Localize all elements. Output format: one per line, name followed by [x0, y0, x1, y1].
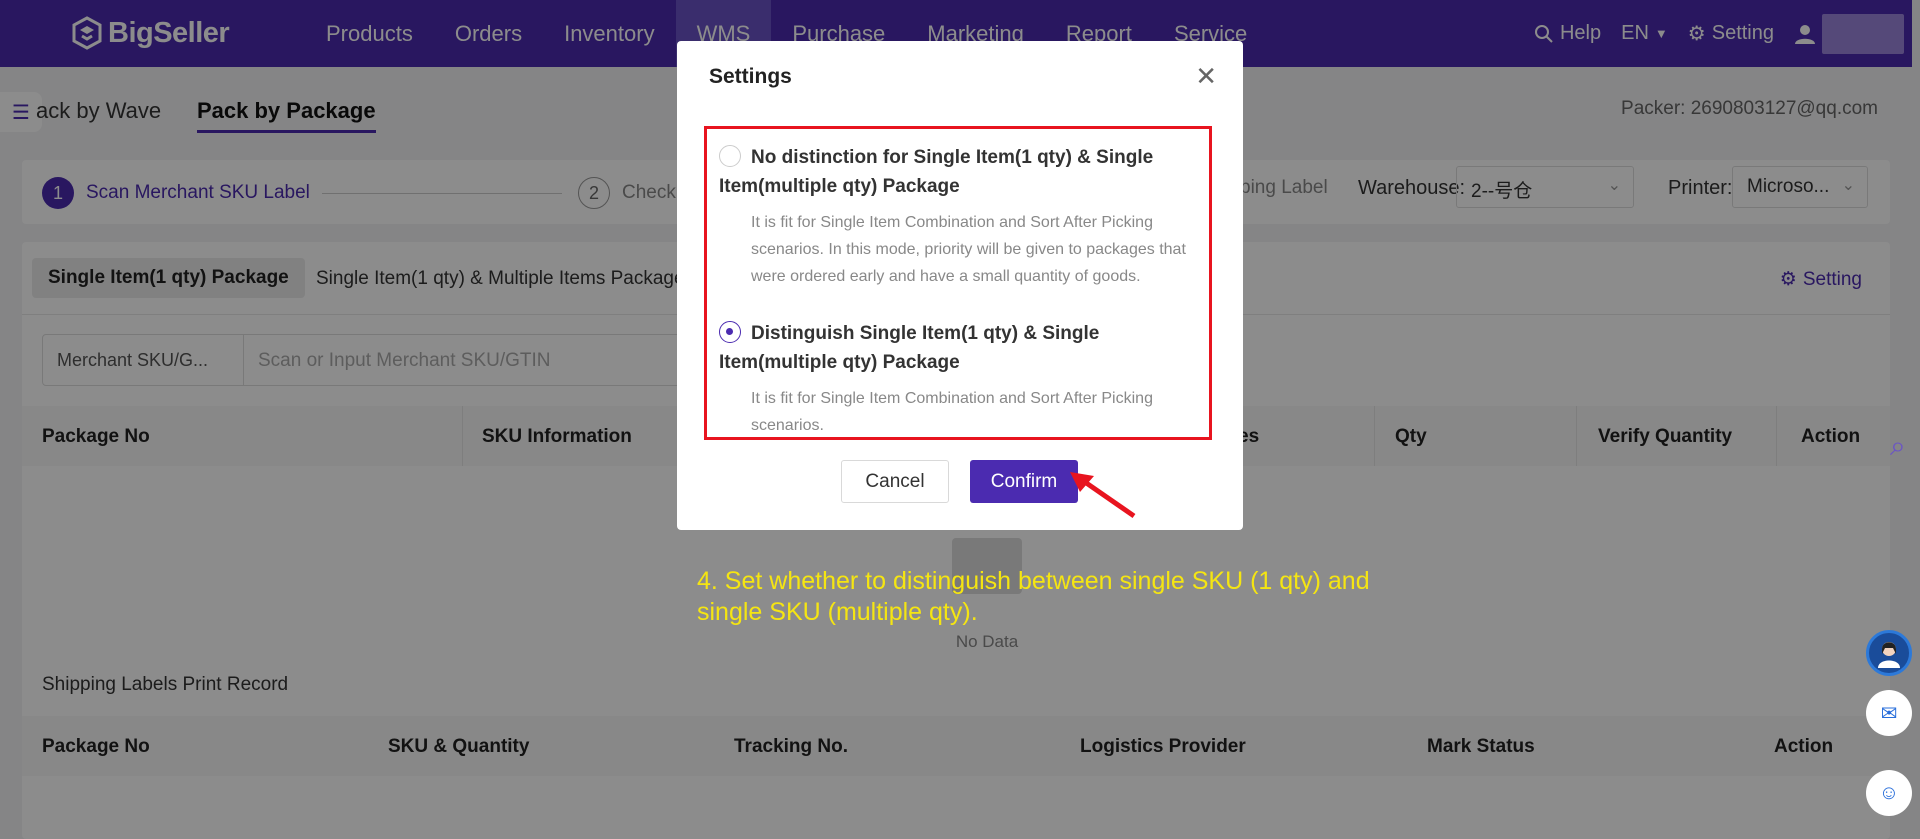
highlight-box: No distinction for Single Item(1 qty) & …: [704, 126, 1212, 440]
radio-unchecked[interactable]: [719, 145, 741, 167]
radio-checked[interactable]: [719, 321, 741, 343]
chat-button[interactable]: ☺: [1866, 770, 1912, 816]
tutorial-caption: 4. Set whether to distinguish between si…: [697, 567, 1370, 626]
settings-dialog: Settings ✕ No distinction for Single Ite…: [677, 41, 1243, 530]
option-label: No distinction for Single Item(1 qty) & …: [719, 147, 1154, 197]
feedback-button[interactable]: ✉: [1866, 690, 1912, 736]
support-avatar-button[interactable]: [1866, 630, 1912, 676]
feedback-icon: ✉: [1880, 702, 1898, 725]
search-icon[interactable]: ⌕: [1890, 430, 1906, 463]
agent-avatar-icon: [1878, 642, 1900, 668]
option-description: It is fit for Single Item Combination an…: [751, 390, 1153, 434]
close-icon[interactable]: ✕: [1195, 63, 1217, 89]
annotation-arrow-icon: [1070, 472, 1136, 519]
dialog-title: Settings: [709, 65, 792, 88]
chat-smile-icon: ☺: [1878, 781, 1900, 804]
option-no-distinction[interactable]: No distinction for Single Item(1 qty) & …: [719, 143, 1199, 290]
option-description: It is fit for Single Item Combination an…: [751, 214, 1186, 285]
option-distinguish[interactable]: Distinguish Single Item(1 qty) & Single …: [719, 319, 1199, 439]
option-label: Distinguish Single Item(1 qty) & Single …: [719, 323, 1100, 373]
cancel-button[interactable]: Cancel: [841, 460, 949, 503]
confirm-button[interactable]: Confirm: [970, 460, 1078, 503]
